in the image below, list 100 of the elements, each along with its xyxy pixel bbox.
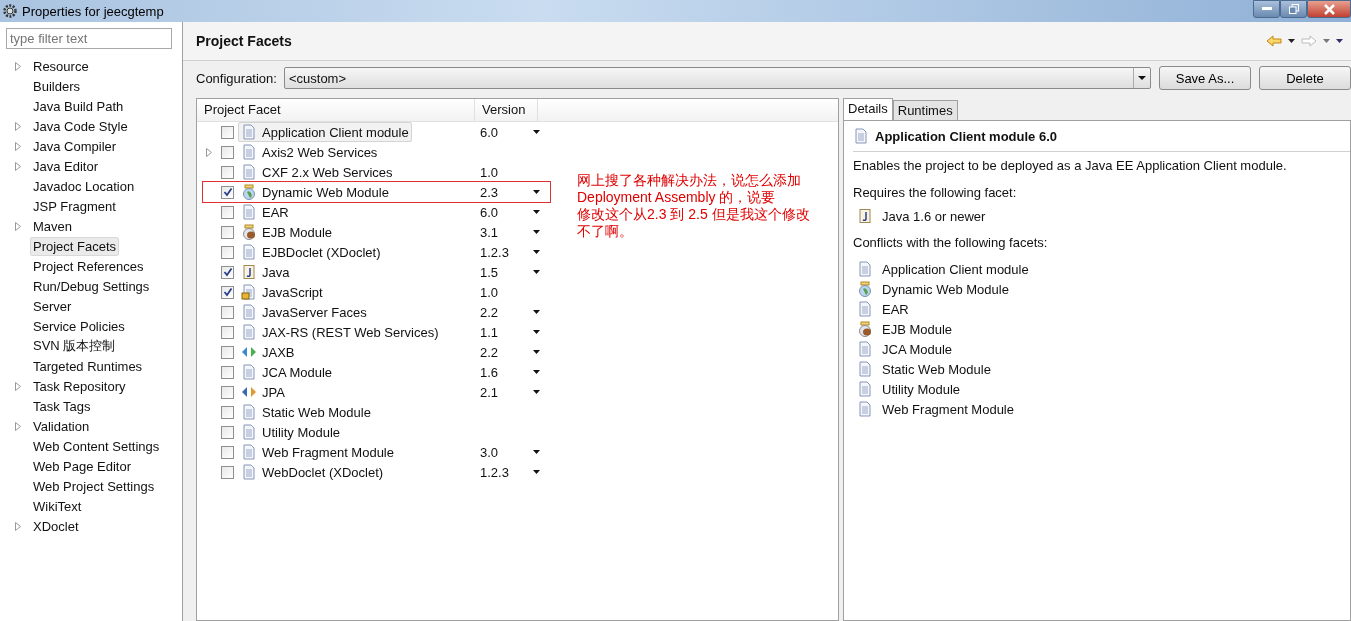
sidebar-item[interactable]: Project Facets [30,236,120,256]
version-value[interactable]: 3.0 [480,444,499,460]
dropdown-caret-icon[interactable] [533,370,540,374]
facet-name[interactable]: Utility Module [238,422,478,442]
sidebar-item[interactable]: Java Build Path [30,96,127,116]
version-value[interactable]: 6.0 [480,204,499,220]
facet-name[interactable]: JavaScript [238,282,478,302]
checkbox[interactable] [221,245,234,259]
sidebar-item[interactable]: Web Project Settings [30,476,158,496]
facet-name[interactable]: Dynamic Web Module [238,182,478,202]
expand-arrow-icon[interactable] [15,421,21,431]
version-value[interactable]: 2.3 [480,184,499,200]
restore-button[interactable] [1280,0,1307,18]
column-header[interactable]: Project Facet [197,99,475,121]
facet-name[interactable]: Java [238,262,478,282]
facet-name[interactable]: Static Web Module [238,402,478,422]
sidebar-item[interactable]: Maven [30,216,76,236]
facet-name[interactable]: JPA [238,382,478,402]
checkbox[interactable] [221,145,234,159]
version-value[interactable]: 2.1 [480,384,499,400]
minimize-button[interactable] [1253,0,1280,18]
expand-arrow-icon[interactable] [15,381,21,391]
tab[interactable]: Details [843,98,893,120]
sidebar-item[interactable]: Task Tags [30,396,94,416]
action-button[interactable]: Save As... [1159,66,1251,90]
sidebar-item[interactable]: Validation [30,416,93,436]
facet-name[interactable]: Application Client module [238,122,412,142]
expand-arrow-icon[interactable] [15,61,21,71]
facet-name[interactable]: JavaServer Faces [238,302,478,322]
version-value[interactable]: 2.2 [480,344,499,360]
back-arrow-icon[interactable] [1266,35,1282,47]
checkbox[interactable] [221,305,234,319]
version-value[interactable]: 2.2 [480,304,499,320]
dropdown-caret-icon[interactable] [533,250,540,254]
dropdown-caret-icon[interactable] [533,270,540,274]
sidebar-item[interactable]: Targeted Runtimes [30,356,146,376]
facet-name[interactable]: WebDoclet (XDoclet) [238,462,478,482]
sidebar-item[interactable]: Java Compiler [30,136,120,156]
version-value[interactable]: 1.5 [480,264,499,280]
sidebar-item[interactable]: Web Page Editor [30,456,135,476]
facet-name[interactable]: JAXB [238,342,478,362]
dropdown-caret-icon[interactable] [533,450,540,454]
checkbox[interactable] [221,405,234,419]
sidebar-item[interactable]: Web Content Settings [30,436,163,456]
expand-arrow-icon[interactable] [15,521,21,531]
tab[interactable]: Runtimes [892,100,958,120]
dropdown-caret-icon[interactable] [533,210,540,214]
close-button[interactable] [1307,0,1351,18]
checkbox[interactable] [221,445,234,459]
checkbox[interactable] [221,385,234,399]
sidebar-item[interactable]: Server [30,296,75,316]
facet-name[interactable]: JCA Module [238,362,478,382]
action-button[interactable]: Delete [1259,66,1351,90]
view-menu-icon[interactable] [1336,39,1343,43]
checkbox[interactable] [221,225,234,239]
checkbox[interactable] [221,185,234,199]
forward-arrow-icon[interactable] [1301,35,1317,47]
sidebar-item[interactable]: XDoclet [30,516,82,536]
sidebar-item[interactable]: Builders [30,76,83,96]
facet-name[interactable]: EAR [238,202,478,222]
sidebar-item[interactable]: Javadoc Location [30,176,138,196]
dropdown-caret-icon[interactable] [533,350,540,354]
checkbox[interactable] [221,265,234,279]
sidebar-item[interactable]: JSP Fragment [30,196,119,216]
version-value[interactable]: 3.1 [480,224,499,240]
sidebar-item[interactable]: WikiText [30,496,85,516]
version-value[interactable]: 1.2.3 [480,244,509,260]
dropdown-caret-icon[interactable] [533,330,540,334]
checkbox[interactable] [221,165,234,179]
dropdown-caret-icon[interactable] [533,390,540,394]
checkbox[interactable] [221,365,234,379]
dropdown-caret-icon[interactable] [533,230,540,234]
checkbox[interactable] [221,285,234,299]
dropdown-caret-icon[interactable] [533,470,540,474]
checkbox[interactable] [221,425,234,439]
expand-arrow-icon[interactable] [15,221,21,231]
dropdown-caret-icon[interactable] [533,190,540,194]
checkbox[interactable] [221,325,234,339]
checkbox[interactable] [221,125,234,139]
column-header[interactable]: Version [475,99,538,121]
facet-name[interactable]: CXF 2.x Web Services [238,162,478,182]
facet-name[interactable]: JAX-RS (REST Web Services) [238,322,478,342]
sidebar-item[interactable]: Project References [30,256,147,276]
version-value[interactable]: 1.6 [480,364,499,380]
sidebar-item[interactable]: Resource [30,56,92,76]
version-value[interactable]: 1.0 [480,164,499,180]
sidebar-item[interactable]: Run/Debug Settings [30,276,153,296]
facet-name[interactable]: EJB Module [238,222,478,242]
configuration-dropdown[interactable]: <custom> [283,67,1151,89]
filter-field[interactable]: type filter text [6,28,172,49]
version-value[interactable]: 1.1 [480,324,499,340]
dropdown-caret-icon[interactable] [1288,39,1295,43]
sidebar-item[interactable]: SVN 版本控制 [30,335,119,357]
sidebar-item[interactable]: Task Repository [30,376,129,396]
facet-name[interactable]: EJBDoclet (XDoclet) [238,242,478,262]
dropdown-caret-icon[interactable] [533,130,540,134]
version-value[interactable]: 6.0 [480,124,499,140]
sidebar-item[interactable]: Java Editor [30,156,102,176]
expand-arrow-icon[interactable] [206,147,212,157]
dropdown-caret-icon[interactable] [533,310,540,314]
